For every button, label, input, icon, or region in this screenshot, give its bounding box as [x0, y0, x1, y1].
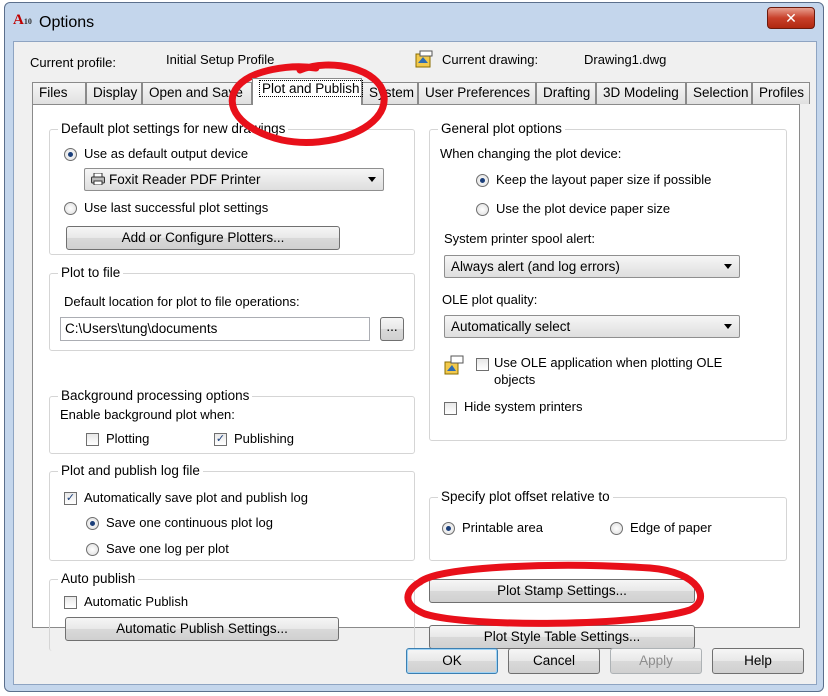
current-profile-value: Initial Setup Profile [166, 52, 275, 67]
tab-open-and-save[interactable]: Open and Save [142, 82, 252, 104]
chevron-down-icon [724, 264, 732, 269]
current-drawing-value: Drawing1.dwg [584, 52, 667, 67]
spool-alert-dropdown[interactable]: Always alert (and log errors) [444, 255, 740, 278]
publishing-checkbox[interactable]: ✓ [214, 433, 227, 446]
enable-background-label: Enable background plot when: [60, 407, 235, 422]
edge-of-paper-label: Edge of paper [630, 520, 712, 535]
tab-plot-and-publish[interactable]: Plot and Publish [252, 78, 363, 105]
use-default-output-radio[interactable] [64, 148, 77, 161]
browse-button[interactable]: ... [380, 317, 404, 341]
general-plot-options-title: General plot options [438, 121, 565, 136]
plotting-checkbox[interactable] [86, 433, 99, 446]
printable-area-radio[interactable] [442, 522, 455, 535]
autocad-app-icon: A10 [13, 12, 32, 29]
output-device-value: Foxit Reader PDF Printer [109, 172, 261, 187]
plot-offset-title: Specify plot offset relative to [438, 489, 613, 504]
auto-save-log-label: Automatically save plot and publish log [84, 490, 309, 505]
use-device-paper-label: Use the plot device paper size [496, 201, 671, 216]
plot-and-publish-panel: Default plot settings for new drawings U… [32, 104, 800, 651]
default-plot-settings-title: Default plot settings for new drawings [58, 121, 289, 136]
output-device-dropdown[interactable]: Foxit Reader PDF Printer [84, 168, 384, 191]
tab-drafting[interactable]: Drafting [536, 82, 596, 104]
dialog-client-area: Current profile: Initial Setup Profile C… [13, 41, 817, 685]
keep-layout-paper-label: Keep the layout paper size if possible [496, 172, 712, 187]
app-icon-letter: A [13, 12, 24, 28]
ole-quality-dropdown[interactable]: Automatically select [444, 315, 740, 338]
tab-files[interactable]: Files [32, 82, 86, 104]
plot-publish-log-group: Plot and publish log file ✓ Automaticall… [49, 463, 415, 561]
current-drawing-label: Current drawing: [442, 52, 539, 67]
hide-system-printers-label: Hide system printers [464, 399, 583, 414]
use-ole-application-checkbox[interactable] [476, 358, 489, 371]
window-title: Options [39, 14, 95, 31]
use-ole-application-label-line2: objects [494, 372, 536, 387]
use-ole-application-label: Use OLE application when plotting OLE [494, 355, 723, 370]
log-per-plot-radio[interactable] [86, 543, 99, 556]
plot-offset-group: Specify plot offset relative to Printabl… [429, 489, 787, 561]
drawing-icon [414, 49, 434, 72]
general-plot-options-group: General plot options When changing the p… [429, 121, 787, 441]
hide-system-printers-checkbox[interactable] [444, 402, 457, 415]
publishing-label: Publishing [234, 431, 294, 446]
edge-of-paper-radio[interactable] [610, 522, 623, 535]
use-last-successful-label: Use last successful plot settings [84, 200, 269, 215]
ole-application-icon [444, 355, 464, 378]
use-device-paper-radio[interactable] [476, 203, 489, 216]
changing-plot-device-label: When changing the plot device: [440, 146, 622, 161]
auto-publish-title: Auto publish [58, 571, 139, 586]
continuous-log-label: Save one continuous plot log [106, 515, 273, 530]
spool-alert-value: Always alert (and log errors) [451, 259, 620, 274]
printable-area-label: Printable area [462, 520, 543, 535]
ole-quality-value: Automatically select [451, 319, 571, 334]
plotting-label: Plotting [106, 431, 150, 446]
plot-publish-log-title: Plot and publish log file [58, 463, 203, 478]
background-processing-title: Background processing options [58, 388, 253, 403]
profile-row: Current profile: Initial Setup Profile C… [14, 42, 816, 76]
help-button[interactable]: Help [712, 648, 804, 674]
apply-button[interactable]: Apply [610, 648, 702, 674]
use-last-successful-radio[interactable] [64, 202, 77, 215]
tab-selection[interactable]: Selection [686, 82, 752, 104]
plot-to-file-title: Plot to file [58, 265, 124, 280]
default-location-label: Default location for plot to file operat… [64, 294, 300, 309]
title-bar: A10 Options ✕ [5, 3, 823, 43]
tab-3d-modeling[interactable]: 3D Modeling [596, 82, 686, 104]
printer-icon [91, 170, 105, 191]
default-location-input[interactable]: C:\Users\tung\documents [60, 317, 370, 341]
cancel-button[interactable]: Cancel [508, 648, 600, 674]
automatic-publish-label: Automatic Publish [84, 594, 189, 609]
tab-profiles[interactable]: Profiles [752, 82, 810, 104]
ole-quality-label: OLE plot quality: [442, 292, 538, 307]
use-default-output-label: Use as default output device [84, 146, 249, 161]
app-icon-version: 10 [23, 17, 32, 26]
ok-button[interactable]: OK [406, 648, 498, 674]
tab-display[interactable]: Display [86, 82, 142, 104]
options-window: A10 Options ✕ Current profile: Initial S… [4, 2, 824, 692]
add-configure-plotters-button[interactable]: Add or Configure Plotters... [66, 226, 340, 250]
close-button[interactable]: ✕ [767, 7, 815, 29]
plot-to-file-group: Plot to file Default location for plot t… [49, 265, 415, 351]
chevron-down-icon [724, 324, 732, 329]
plot-stamp-settings-button[interactable]: Plot Stamp Settings... [429, 579, 695, 603]
chevron-down-icon [368, 177, 376, 182]
keep-layout-paper-radio[interactable] [476, 174, 489, 187]
auto-save-log-checkbox[interactable]: ✓ [64, 492, 77, 505]
log-per-plot-label: Save one log per plot [106, 541, 229, 556]
background-processing-group: Background processing options Enable bac… [49, 388, 415, 454]
automatic-publish-checkbox[interactable] [64, 596, 77, 609]
continuous-log-radio[interactable] [86, 517, 99, 530]
current-profile-label: Current profile: [30, 55, 116, 70]
automatic-publish-settings-button[interactable]: Automatic Publish Settings... [65, 617, 339, 641]
tab-plot-and-publish-label: Plot and Publish [259, 80, 363, 97]
tab-system[interactable]: System [362, 82, 418, 104]
default-plot-settings-group: Default plot settings for new drawings U… [49, 121, 415, 255]
spool-alert-label: System printer spool alert: [444, 231, 596, 246]
plot-style-table-settings-button[interactable]: Plot Style Table Settings... [429, 625, 695, 649]
tab-user-preferences[interactable]: User Preferences [418, 82, 536, 104]
